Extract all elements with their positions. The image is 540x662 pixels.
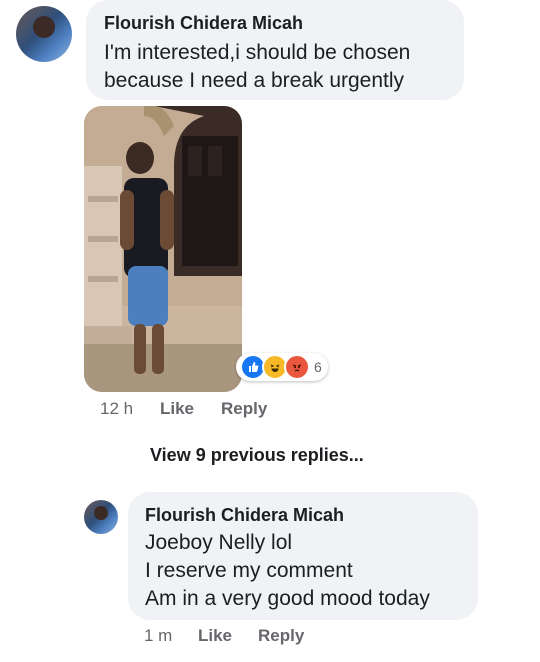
reply-avatar[interactable] — [84, 500, 118, 534]
photo-image — [84, 106, 242, 392]
comment-text-line-2: because I need a break urgently — [104, 69, 405, 92]
comment-photo[interactable] — [84, 106, 242, 392]
like-button[interactable]: Like — [160, 399, 194, 419]
avatar[interactable] — [16, 6, 72, 62]
reply-reply-button[interactable]: Reply — [258, 626, 304, 646]
reply-text-line-3: Am in a very good mood today — [145, 587, 430, 610]
comment-timestamp[interactable]: 12 h — [100, 399, 133, 419]
reply-button[interactable]: Reply — [221, 399, 267, 419]
reaction-summary[interactable]: 6 — [236, 353, 328, 381]
reply-timestamp[interactable]: 1 m — [144, 626, 172, 646]
comment-text-line-1: I'm interested,i should be chosen — [104, 41, 411, 64]
reply-bubble: Flourish Chidera Micah Joeboy Nelly lol … — [128, 492, 478, 620]
comment-author[interactable]: Flourish Chidera Micah — [104, 13, 303, 34]
view-previous-replies-link[interactable]: View 9 previous replies... — [150, 445, 364, 466]
reply-text-line-2: I reserve my comment — [145, 559, 353, 582]
reply-like-button[interactable]: Like — [198, 626, 232, 646]
angry-icon — [284, 354, 310, 380]
reaction-count: 6 — [314, 359, 322, 375]
reply-text-line-1: Joeboy Nelly lol — [145, 531, 293, 554]
reply-author[interactable]: Flourish Chidera Micah — [145, 505, 344, 526]
comment-bubble: Flourish Chidera Micah I'm interested,i … — [86, 0, 464, 100]
